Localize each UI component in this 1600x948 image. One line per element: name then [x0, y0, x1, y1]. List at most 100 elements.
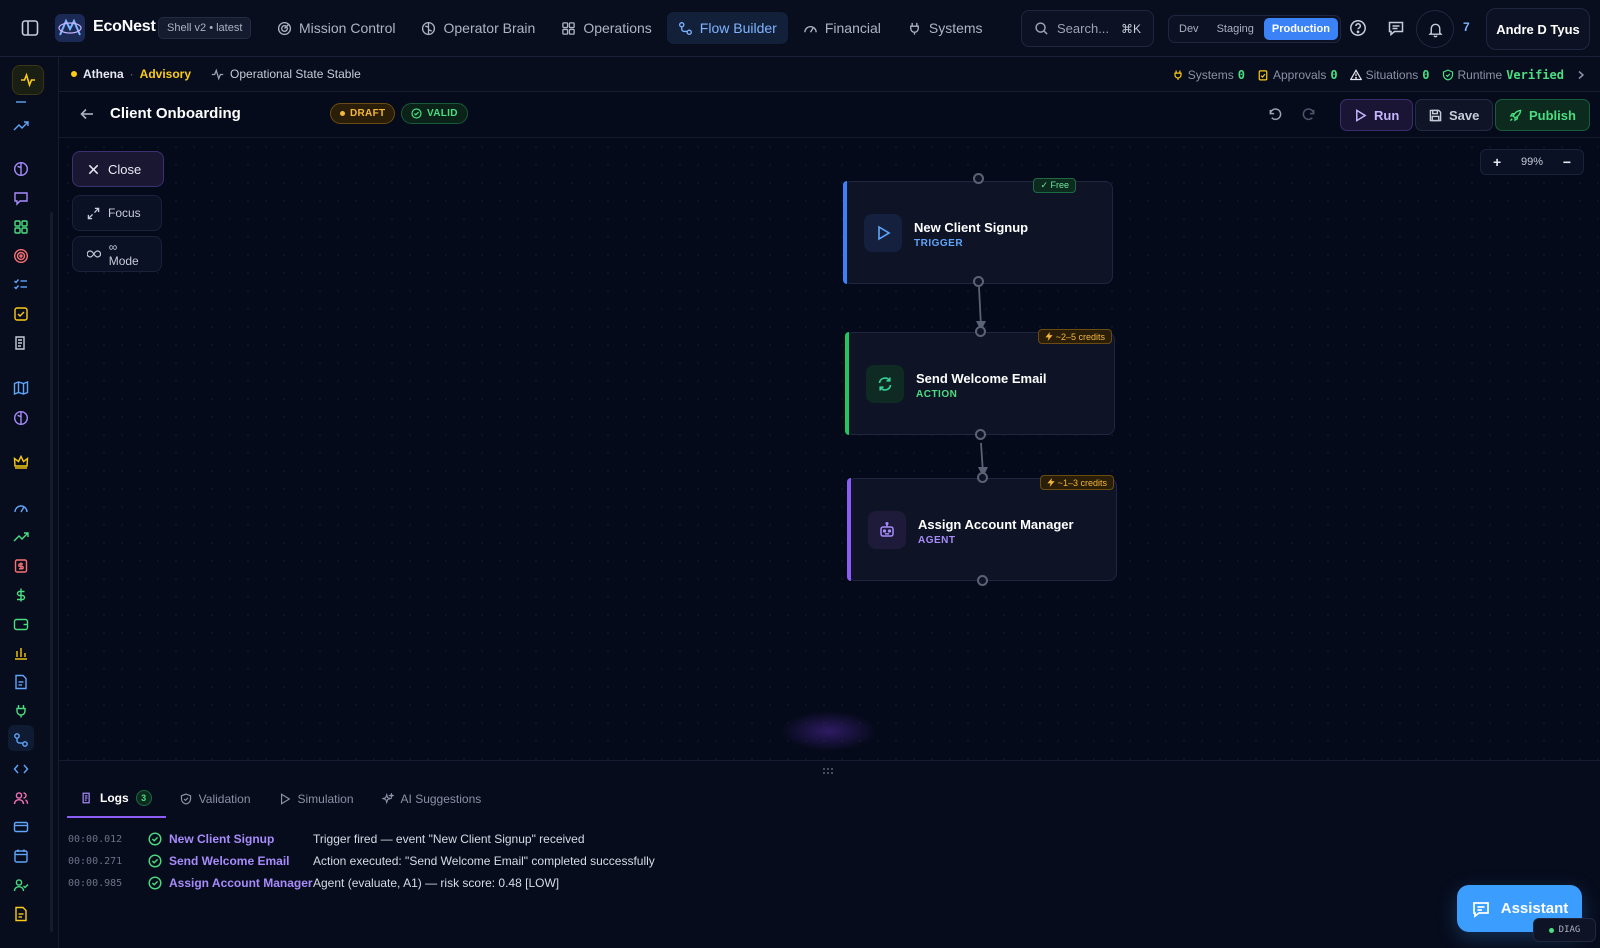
- rail-grid-icon[interactable]: [13, 219, 29, 235]
- env-production[interactable]: Production: [1263, 18, 1338, 40]
- rail-target-icon[interactable]: [13, 248, 29, 264]
- node-output-port[interactable]: [977, 575, 988, 586]
- notifications-button[interactable]: [1416, 10, 1454, 48]
- flow-node-agent[interactable]: ~1–3 credits Assign Account Manager AGEN…: [847, 475, 1117, 581]
- rail-document-icon[interactable]: [13, 906, 29, 922]
- rail-scrollbar[interactable]: [50, 212, 53, 932]
- nav-label: Financial: [824, 20, 881, 36]
- tab-logs[interactable]: Logs 3: [67, 780, 166, 818]
- rail-chat-icon[interactable]: [13, 190, 29, 206]
- rail-wallet-icon[interactable]: [13, 616, 29, 632]
- stat-value: 0: [1237, 68, 1245, 82]
- flow-node-action[interactable]: ~2–5 credits Send Welcome Email ACTION: [845, 329, 1115, 435]
- redo-icon[interactable]: [1301, 107, 1316, 122]
- search-input[interactable]: Search... ⌘K: [1021, 10, 1154, 47]
- rail-map-icon[interactable]: [13, 380, 29, 396]
- node-input-port[interactable]: [973, 173, 984, 184]
- rail-crown-icon[interactable]: [13, 454, 29, 470]
- run-button[interactable]: Run: [1340, 99, 1414, 131]
- messages-icon[interactable]: [1387, 19, 1405, 37]
- tab-simulation[interactable]: Simulation: [265, 780, 368, 818]
- expand-icon: [87, 207, 100, 219]
- rail-growth-icon[interactable]: [13, 529, 29, 545]
- node-output-port[interactable]: [973, 276, 984, 287]
- flow-icon: [678, 21, 692, 35]
- save-button[interactable]: Save: [1415, 99, 1494, 131]
- panel-resize-handle[interactable]: [59, 760, 1600, 780]
- log-message: Trigger fired — event "New Client Signup…: [313, 832, 585, 846]
- nav-financial[interactable]: Financial: [792, 12, 892, 44]
- rail-card-icon[interactable]: [13, 819, 29, 835]
- nav-systems[interactable]: Systems: [896, 12, 994, 44]
- rail-brain-icon[interactable]: [13, 161, 29, 177]
- stat-runtime[interactable]: Runtime Verified: [1442, 68, 1564, 82]
- log-node-link[interactable]: Assign Account Manager: [169, 876, 313, 890]
- rail-report-icon[interactable]: [13, 674, 29, 690]
- node-input-port[interactable]: [975, 326, 986, 337]
- env-staging[interactable]: Staging: [1209, 18, 1262, 40]
- rail-dollar-icon[interactable]: [13, 587, 29, 603]
- nav-operator-brain[interactable]: Operator Brain: [410, 12, 546, 44]
- flow-canvas[interactable]: Close Focus ∞ Mode + 99% − ✓ Free New Cl…: [59, 138, 1600, 760]
- infinity-icon: [87, 250, 101, 258]
- check-circle-icon: [148, 854, 162, 868]
- editor-header: Client Onboarding DRAFT VALID Run Save P…: [59, 92, 1600, 138]
- rail-list-icon[interactable]: [13, 90, 29, 106]
- draft-badge: DRAFT: [330, 103, 396, 124]
- rail-user-check-icon[interactable]: [13, 877, 29, 893]
- rail-checklist-icon[interactable]: [13, 277, 29, 293]
- nav-operations[interactable]: Operations: [550, 12, 662, 44]
- stat-situations[interactable]: Situations 0: [1349, 68, 1430, 82]
- user-menu[interactable]: Andre D Tyus: [1486, 8, 1590, 50]
- publish-button[interactable]: Publish: [1495, 99, 1590, 131]
- sparkles-icon: [381, 793, 394, 805]
- edge-2[interactable]: [980, 442, 984, 474]
- econest-logo[interactable]: [54, 13, 86, 43]
- rail-trend-icon[interactable]: [13, 118, 29, 134]
- nav-flow-builder[interactable]: Flow Builder: [666, 12, 788, 44]
- mode-button[interactable]: ∞ Mode: [72, 236, 162, 272]
- zoom-out-button[interactable]: −: [1563, 154, 1571, 170]
- flow-title[interactable]: Client Onboarding: [110, 105, 241, 122]
- chevron-right-icon[interactable]: [1576, 70, 1586, 80]
- env-dev[interactable]: Dev: [1171, 18, 1207, 40]
- sidebar-toggle-icon[interactable]: [20, 18, 40, 38]
- stat-approvals[interactable]: Approvals 0: [1257, 68, 1338, 82]
- log-row[interactable]: 00:00.985 Assign Account Manager Agent (…: [68, 872, 655, 894]
- notification-count[interactable]: 7: [1463, 20, 1470, 34]
- help-icon[interactable]: [1349, 19, 1367, 37]
- tab-validation[interactable]: Validation: [166, 780, 265, 818]
- rail-globe-icon[interactable]: [13, 410, 29, 426]
- diag-badge[interactable]: DIAG: [1533, 918, 1596, 942]
- log-node-link[interactable]: Send Welcome Email: [169, 854, 313, 868]
- rail-code-icon[interactable]: [13, 761, 29, 777]
- rail-plug-icon[interactable]: [13, 703, 29, 719]
- log-row[interactable]: 00:00.271 Send Welcome Email Action exec…: [68, 850, 655, 872]
- rail-calendar-icon[interactable]: [13, 848, 29, 864]
- undo-icon[interactable]: [1268, 107, 1283, 122]
- add-node-glow[interactable]: [781, 711, 877, 751]
- log-row[interactable]: 00:00.012 New Client Signup Trigger fire…: [68, 828, 655, 850]
- stat-label: Runtime: [1457, 68, 1503, 82]
- operational-state: Operational State Stable: [211, 67, 361, 81]
- rail-gauge-icon[interactable]: [13, 500, 29, 516]
- edge-1[interactable]: [978, 286, 982, 328]
- tab-ai-suggestions[interactable]: AI Suggestions: [368, 780, 496, 818]
- focus-button[interactable]: Focus: [72, 195, 162, 231]
- rail-bar-chart-icon[interactable]: [13, 645, 29, 661]
- stat-systems[interactable]: Systems 0: [1172, 68, 1245, 82]
- rail-tasks-icon[interactable]: [13, 306, 29, 322]
- rail-flow-icon[interactable]: [13, 732, 29, 748]
- flow-node-trigger[interactable]: ✓ Free New Client Signup TRIGGER: [843, 178, 1113, 284]
- zoom-in-button[interactable]: +: [1493, 154, 1501, 170]
- rail-users-icon[interactable]: [13, 790, 29, 806]
- node-output-port[interactable]: [975, 429, 986, 440]
- rail-invoice-icon[interactable]: [13, 558, 29, 574]
- node-input-port[interactable]: [977, 472, 988, 483]
- close-button[interactable]: Close: [72, 151, 164, 187]
- main-nav: Mission Control Operator Brain Operation…: [266, 12, 994, 44]
- back-arrow-icon[interactable]: [79, 106, 95, 122]
- rail-logs-icon[interactable]: [13, 335, 29, 351]
- log-node-link[interactable]: New Client Signup: [169, 832, 313, 846]
- nav-mission-control[interactable]: Mission Control: [266, 12, 406, 44]
